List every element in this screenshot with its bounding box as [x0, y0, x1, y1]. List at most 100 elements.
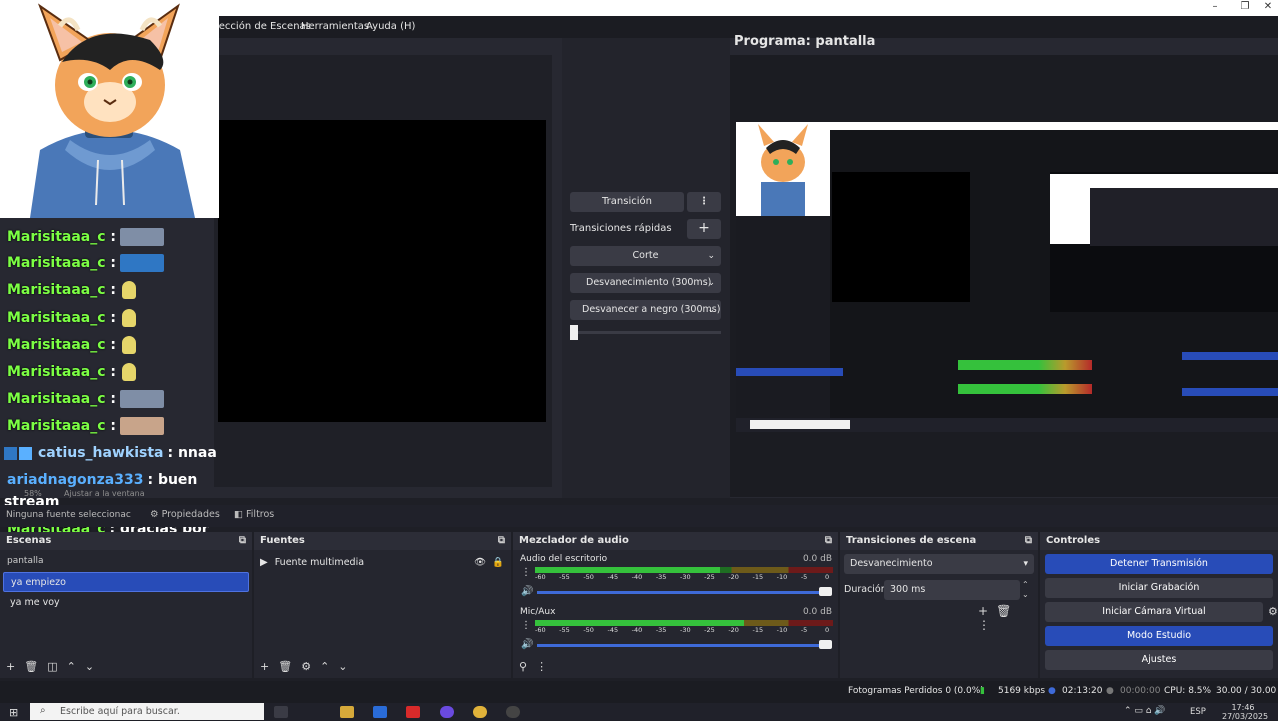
- virtual-camera-gear-icon[interactable]: ⚙: [1268, 605, 1278, 618]
- scene-transitions-header-label: Transiciones de escena: [846, 535, 977, 546]
- menu-dots-icon[interactable]: ⋮: [978, 618, 998, 632]
- volume-handle-desktop[interactable]: [819, 587, 832, 596]
- duration-stepper[interactable]: ⌃ ⌄: [1022, 580, 1029, 600]
- volume-handle-mic[interactable]: [819, 640, 832, 649]
- bitrate: 5169 kbps: [998, 686, 1046, 696]
- eye-icon[interactable]: 👁: [474, 554, 486, 572]
- speaker-icon[interactable]: 🔊: [521, 639, 533, 650]
- quick-transition-fade-black[interactable]: Desvanecer a negro (300ms) ⌄: [570, 300, 721, 320]
- quick-transition-cut[interactable]: Corte ⌄: [570, 246, 721, 266]
- taskbar-search-input[interactable]: Escribe aquí para buscar.: [30, 703, 264, 720]
- chat-emote-icon: [120, 254, 165, 272]
- obs-icon[interactable]: [506, 706, 520, 718]
- meter-tick-label: -15: [752, 573, 764, 581]
- add-icon[interactable]: +: [6, 660, 24, 673]
- start-recording-button[interactable]: Iniciar Grabación: [1045, 578, 1273, 598]
- studio-mode-button[interactable]: Modo Estudio: [1045, 626, 1273, 646]
- chrome-icon[interactable]: [473, 706, 487, 718]
- chat-colon: :: [105, 418, 117, 434]
- store-icon[interactable]: [373, 706, 387, 718]
- channel-menu-icon[interactable]: ⋮: [521, 620, 531, 631]
- arrow-up-icon[interactable]: ⌃: [67, 660, 85, 673]
- chat-message: Marisitaaa_c :: [7, 417, 165, 435]
- link-icon[interactable]: ⚲: [519, 660, 536, 673]
- transition-select[interactable]: Desvanecimiento ▾: [844, 554, 1034, 574]
- clock[interactable]: 17:46 27/03/2025: [1222, 703, 1268, 721]
- menu-scene-collection[interactable]: lección de Escenas: [216, 19, 311, 35]
- stop-streaming-button[interactable]: Detener Transmisión: [1045, 554, 1273, 574]
- chat-message: ariadnagonza333: buen: [7, 472, 197, 488]
- task-view-icon[interactable]: [274, 706, 288, 718]
- windows-start-icon[interactable]: ⊞: [9, 706, 18, 719]
- menu-tools[interactable]: Herramientas: [301, 19, 369, 35]
- chat-username: ariadnagonza333: [7, 472, 144, 488]
- scene-item-ya-empiezo[interactable]: ya empiezo: [3, 572, 249, 592]
- tbar-track[interactable]: [570, 331, 721, 334]
- play-icon: ▶: [260, 557, 268, 568]
- settings-button[interactable]: Ajustes: [1045, 650, 1273, 670]
- chat-username: catius_hawkista: [38, 445, 164, 461]
- arrow-down-icon[interactable]: ⌄: [85, 660, 103, 673]
- discord-icon[interactable]: [440, 706, 454, 718]
- chat-emote-icon: [120, 417, 165, 435]
- arrow-down-icon[interactable]: ⌄: [338, 660, 356, 673]
- audio-meter-mic: -60 -55 -50 -45 -40 -35 -30 -25 -20 -15 -10 -5 0: [535, 620, 833, 635]
- chat-message: Marisitaaa_c :: [7, 363, 137, 381]
- quick-transition-fade[interactable]: Desvanecimiento (300ms) ⌄: [570, 273, 721, 293]
- add-icon[interactable]: +: [260, 660, 278, 673]
- undock-icon[interactable]: ⧉: [825, 532, 832, 550]
- meter-tick-label: -25: [704, 626, 715, 634]
- source-toolbar: Ninguna fuente seleccionac ⚙ Propiedades…: [0, 505, 1278, 527]
- chat-message: Marisitaaa_c :: [7, 309, 137, 327]
- properties-button[interactable]: ⚙ Propiedades: [150, 509, 220, 520]
- close-button[interactable]: ✕: [1258, 0, 1278, 16]
- undock-icon[interactable]: ⧉: [1025, 532, 1032, 550]
- speaker-icon[interactable]: 🔊: [521, 586, 533, 597]
- file-explorer-icon[interactable]: [340, 706, 354, 718]
- keyboard-language[interactable]: ESP: [1190, 707, 1206, 717]
- nested-meter-1: [958, 360, 1092, 370]
- menu-help[interactable]: Ayuda (H): [366, 19, 415, 35]
- undock-icon[interactable]: ⧉: [498, 532, 505, 550]
- arrow-up-icon[interactable]: ⌃: [320, 660, 338, 673]
- filter-icon[interactable]: ◫: [47, 660, 66, 673]
- start-virtual-camera-button[interactable]: Iniciar Cámara Virtual: [1045, 602, 1263, 622]
- badge-icon: [19, 446, 32, 460]
- channel-menu-icon[interactable]: ⋮: [521, 567, 531, 578]
- meter-tick-label: -10: [776, 573, 788, 581]
- meter-tick-label: -55: [559, 573, 570, 581]
- scene-item-ya-me-voy[interactable]: ya me voy: [3, 593, 249, 613]
- menu-dots-icon[interactable]: ⋮: [536, 660, 556, 673]
- no-source-label: Ninguna fuente seleccionac: [6, 510, 131, 520]
- tbar-handle[interactable]: [570, 325, 578, 340]
- add-quick-transition-icon[interactable]: +: [687, 219, 721, 239]
- preview-canvas[interactable]: [218, 120, 546, 422]
- undock-icon[interactable]: ⧉: [239, 532, 246, 550]
- youtube-icon[interactable]: [406, 706, 420, 718]
- trash-icon[interactable]: 🗑: [996, 604, 1019, 618]
- duration-value: 300 ms: [890, 584, 926, 595]
- filters-button[interactable]: ◧ Filtros: [234, 509, 274, 520]
- add-icon[interactable]: +: [978, 604, 996, 618]
- source-item-media[interactable]: ▶ Fuente multimedia 👁 🔒: [260, 554, 506, 572]
- gear-icon[interactable]: ⚙: [301, 660, 320, 673]
- channel-desktop-name: Audio del escritorio: [520, 554, 608, 564]
- transition-button[interactable]: Transición: [570, 192, 684, 212]
- chat-colon: :: [105, 255, 117, 271]
- meter-tick-label: -15: [752, 626, 764, 634]
- maximize-button[interactable]: ❐: [1230, 0, 1260, 16]
- volume-slider-desktop[interactable]: [537, 591, 831, 594]
- trash-icon[interactable]: 🗑: [278, 660, 301, 673]
- volume-slider-mic[interactable]: [537, 644, 831, 647]
- meter-tick-label: -60: [535, 573, 546, 581]
- quick-transition-cut-label: Corte: [632, 250, 659, 261]
- transition-menu-icon[interactable]: ⋮: [687, 192, 721, 212]
- duration-input[interactable]: 300 ms: [884, 580, 1020, 600]
- tray-icons[interactable]: ⌃ ▭ ⌂ 🔊: [1124, 706, 1166, 716]
- duration-label: Duración: [844, 584, 887, 595]
- nested-search: [750, 420, 850, 429]
- trash-icon[interactable]: 🗑: [24, 660, 47, 673]
- minimize-button[interactable]: –: [1200, 0, 1230, 16]
- lock-icon[interactable]: 🔒: [492, 554, 504, 572]
- quick-transition-fade-label: Desvanecimiento (300ms): [586, 277, 712, 288]
